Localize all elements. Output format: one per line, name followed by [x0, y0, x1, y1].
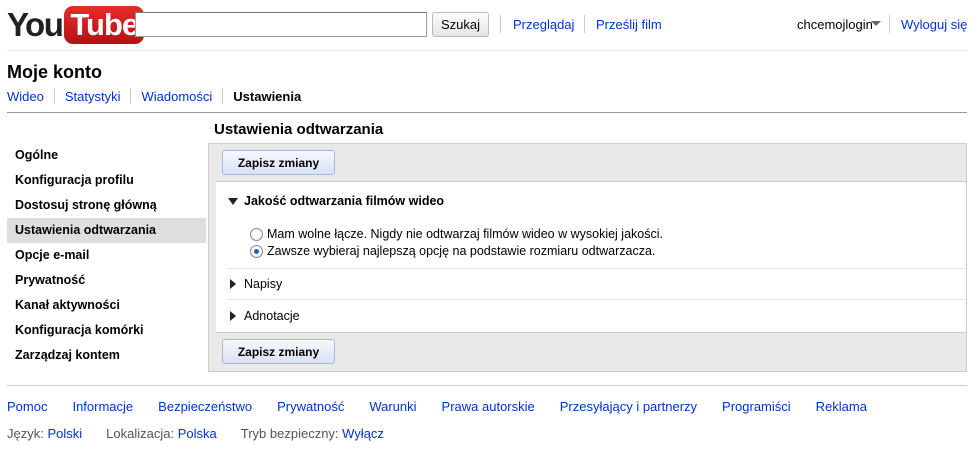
- playback-settings-panel: Zapisz zmiany Jakość odtwarzania filmów …: [208, 143, 967, 372]
- location-label: Lokalizacja:: [106, 426, 175, 441]
- footer-link-help[interactable]: Pomoc: [7, 399, 47, 415]
- account-tabs: Wideo Statystyki Wiadomości Ustawienia: [7, 87, 301, 105]
- settings-sidebar: Ogólne Konfiguracja profilu Dostosuj str…: [7, 143, 206, 368]
- radio-button[interactable]: [250, 227, 263, 241]
- footer-link-privacy[interactable]: Prywatność: [277, 399, 344, 415]
- tab-statistics[interactable]: Statystyki: [65, 88, 121, 105]
- footer-link-developers[interactable]: Programiści: [722, 399, 791, 415]
- settings-section-title: Ustawienia odtwarzania: [214, 121, 384, 138]
- language-setting: Język: Polski: [7, 426, 82, 442]
- footer-link-about[interactable]: Informacje: [72, 399, 133, 415]
- save-changes-button-top[interactable]: Zapisz zmiany: [222, 150, 335, 175]
- footer-link-advertising[interactable]: Reklama: [816, 399, 867, 415]
- subtitles-section-toggle[interactable]: Napisy: [228, 276, 282, 292]
- safety-mode-label: Tryb bezpieczny:: [240, 426, 339, 441]
- section-divider: [228, 268, 964, 269]
- sidebar-item-general[interactable]: Ogólne: [7, 143, 206, 168]
- safety-mode-setting: Tryb bezpieczny: Wyłącz: [241, 426, 384, 442]
- account-divider-line: [7, 112, 967, 113]
- radio-button-checked[interactable]: [250, 244, 263, 258]
- quality-option-best-label: Zawsze wybieraj najlepszą opcję na podst…: [267, 244, 656, 258]
- footer-link-partners[interactable]: Przesyłający i partnerzy: [560, 399, 697, 415]
- header-divider: [500, 15, 501, 33]
- youtube-logo[interactable]: You Tube: [7, 5, 145, 45]
- annotations-section-toggle[interactable]: Adnotacje: [228, 308, 300, 324]
- sidebar-item-mobile-setup[interactable]: Konfiguracja komórki: [7, 318, 206, 343]
- chevron-down-icon[interactable]: [871, 21, 881, 26]
- triangle-right-icon: [230, 279, 236, 289]
- sidebar-item-manage-account[interactable]: Zarządzaj kontem: [7, 343, 206, 368]
- tab-messages[interactable]: Wiadomości: [141, 88, 212, 105]
- header-divider-line: [7, 50, 967, 51]
- location-value[interactable]: Polska: [178, 426, 217, 441]
- logo-you: You: [7, 6, 64, 43]
- sidebar-item-email-options[interactable]: Opcje e-mail: [7, 243, 206, 268]
- annotations-section-label: Adnotacje: [244, 309, 300, 323]
- settings-content: Jakość odtwarzania filmów wideo Mam woln…: [216, 181, 966, 333]
- tab-divider: [130, 88, 132, 104]
- header-divider: [584, 15, 585, 33]
- sidebar-item-privacy[interactable]: Prywatność: [7, 268, 206, 293]
- search-input[interactable]: [135, 12, 427, 37]
- sidebar-item-activity-sharing[interactable]: Kanał aktywności: [7, 293, 206, 318]
- tab-video[interactable]: Wideo: [7, 88, 44, 105]
- triangle-right-icon: [230, 311, 236, 321]
- quality-option-low[interactable]: Mam wolne łącze. Nigdy nie odtwarzaj fil…: [250, 226, 663, 242]
- language-label: Język:: [7, 426, 44, 441]
- footer-preferences: Język: Polski Lokalizacja: Polska Tryb b…: [7, 426, 408, 442]
- upload-link[interactable]: Prześlij film: [596, 16, 662, 33]
- page-title: Moje konto: [7, 62, 102, 82]
- location-setting: Lokalizacja: Polska: [106, 426, 217, 442]
- logo-tube: Tube: [64, 6, 145, 44]
- tab-divider: [53, 88, 55, 104]
- sidebar-item-profile-setup[interactable]: Konfiguracja profilu: [7, 168, 206, 193]
- header-divider: [889, 15, 890, 33]
- footer-links: Pomoc Informacje Bezpieczeństwo Prywatno…: [7, 399, 892, 415]
- tab-settings[interactable]: Ustawienia: [233, 88, 301, 105]
- footer-link-safety[interactable]: Bezpieczeństwo: [158, 399, 252, 415]
- footer-link-terms[interactable]: Warunki: [369, 399, 416, 415]
- masthead: You Tube Szukaj Przeglądaj Prześlij film…: [0, 0, 978, 50]
- quality-section-toggle[interactable]: Jakość odtwarzania filmów wideo: [228, 193, 444, 209]
- tab-divider: [222, 88, 224, 104]
- footer-link-copyright[interactable]: Prawa autorskie: [442, 399, 535, 415]
- language-value[interactable]: Polski: [47, 426, 82, 441]
- browse-link[interactable]: Przeglądaj: [513, 16, 574, 33]
- quality-option-best[interactable]: Zawsze wybieraj najlepszą opcję na podst…: [250, 243, 655, 259]
- search-button[interactable]: Szukaj: [432, 12, 489, 37]
- username-menu[interactable]: chcemojlogin: [797, 16, 873, 33]
- triangle-down-icon: [228, 197, 238, 205]
- logout-link[interactable]: Wyloguj się: [901, 16, 967, 33]
- sidebar-item-customize-homepage[interactable]: Dostosuj stronę główną: [7, 193, 206, 218]
- footer-divider-line: [7, 385, 967, 386]
- section-divider: [228, 299, 964, 300]
- sidebar-item-playback-settings[interactable]: Ustawienia odtwarzania: [7, 218, 206, 243]
- quality-section-label: Jakość odtwarzania filmów wideo: [244, 194, 445, 208]
- subtitles-section-label: Napisy: [244, 277, 283, 291]
- safety-mode-value[interactable]: Wyłącz: [342, 426, 384, 441]
- quality-option-low-label: Mam wolne łącze. Nigdy nie odtwarzaj fil…: [267, 227, 663, 241]
- save-changes-button-bottom[interactable]: Zapisz zmiany: [222, 339, 335, 364]
